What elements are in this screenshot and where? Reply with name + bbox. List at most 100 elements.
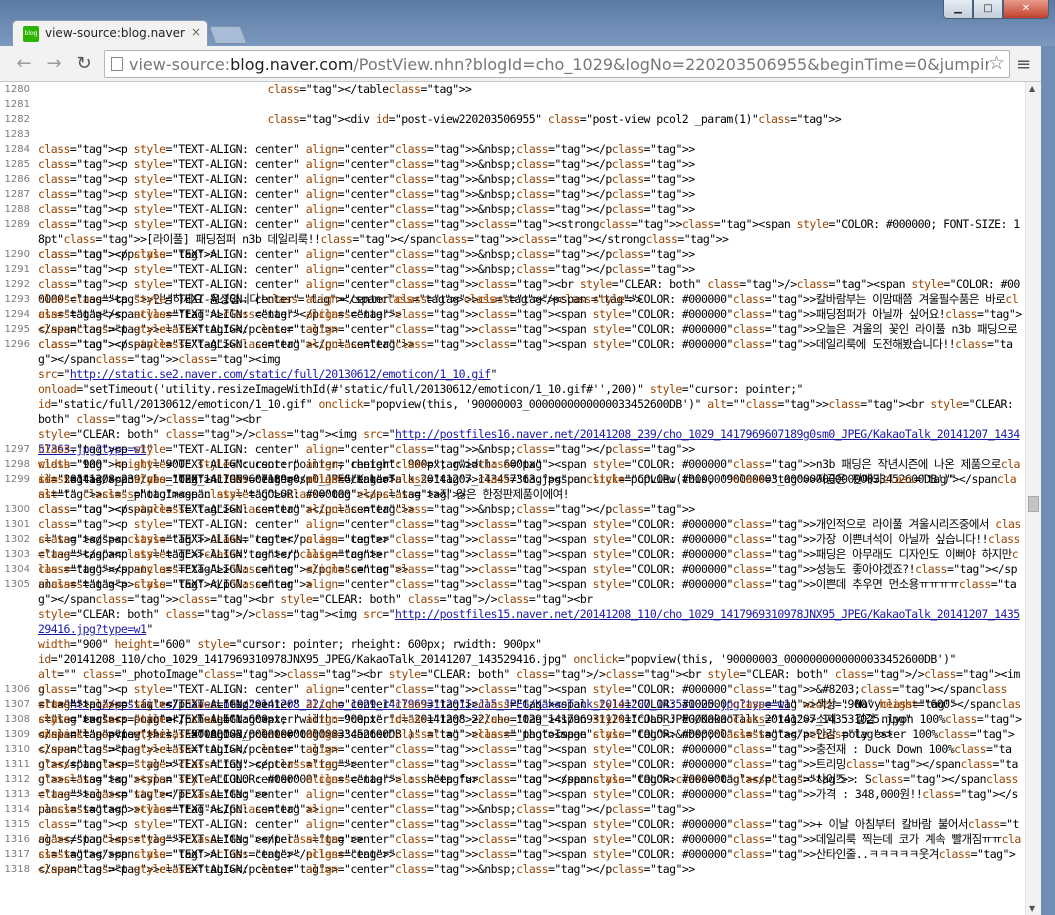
line-number: 1304: [4, 564, 30, 575]
source-line: 1296 class="tag"><p style="TEXT-ALIGN: ce…: [0, 337, 1022, 501]
line-number: 1315: [4, 819, 30, 830]
line-code: class="tag"><p style="TEXT-ALIGN: center…: [38, 142, 695, 156]
line-code: class="tag"><p style="TEXT-ALIGN: center…: [38, 727, 1015, 756]
line-code: class="tag"><p style="TEXT-ALIGN: center…: [38, 322, 1018, 351]
source-line: 1310 class="tag"><p style="TEXT-ALIGN: ce…: [0, 742, 1022, 771]
line-code: class="tag"><p style="TEXT-ALIGN: center…: [38, 502, 695, 516]
source-line: 1282 class="tag"><div id="post-view22020…: [0, 112, 1022, 127]
line-number: 1299: [4, 474, 30, 485]
line-code: class="tag"><p style="TEXT-ALIGN: center…: [38, 697, 1021, 726]
window-controls: ▁ □ ✕: [943, 0, 1049, 19]
source-line: 1290 class="tag"><p style="TEXT-ALIGN: ce…: [0, 247, 1022, 262]
new-tab-button[interactable]: [208, 26, 248, 44]
line-code: class="tag"><p style="TEXT-ALIGN: center…: [38, 532, 1020, 561]
source-line: 1293 class="tag"><p style="TEXT-ALIGN: ce…: [0, 292, 1022, 321]
line-code: class="tag"><div id="post-view2202035069…: [267, 112, 842, 126]
source-line: 1298 class="tag"><p style="TEXT-ALIGN: ce…: [0, 457, 1022, 486]
tab-title: view-source:blog.naver.co: [45, 26, 185, 40]
source-line: 1301 class="tag"><p style="TEXT-ALIGN: ce…: [0, 517, 1022, 546]
source-line: 1300 class="tag"><p style="TEXT-ALIGN: ce…: [0, 502, 1022, 517]
source-line: 1311 class="tag"><p style="TEXT-ALIGN: ce…: [0, 757, 1022, 786]
line-number: 1286: [4, 174, 30, 185]
line-number: 1303: [4, 549, 30, 560]
source-line: 1314 class="tag"><p style="TEXT-ALIGN: ce…: [0, 802, 1022, 817]
line-code: class="tag"><p style="TEXT-ALIGN: center…: [38, 817, 1019, 846]
minimize-button[interactable]: ▁: [943, 0, 973, 19]
line-number: 1318: [4, 864, 30, 875]
line-number: 1287: [4, 189, 30, 200]
window-titlebar: ▁ □ ✕ blog view-source:blog.naver.co ×: [0, 0, 1055, 46]
blog-favicon-icon: blog: [23, 26, 39, 42]
line-code: class="tag"><p style="TEXT-ALIGN: center…: [38, 457, 1020, 486]
source-line: 1316 class="tag"><p style="TEXT-ALIGN: ce…: [0, 832, 1022, 861]
line-number: 1280: [4, 84, 30, 95]
line-code: class="tag"><p style="TEXT-ALIGN: center…: [38, 787, 1018, 816]
tab-view-source[interactable]: blog view-source:blog.naver.co ×: [12, 20, 208, 46]
line-code: class="tag"></tableclass="tag">>: [267, 82, 472, 96]
line-code: class="tag"><p style="TEXT-ALIGN: center…: [38, 307, 1022, 336]
line-code: class="tag"><p style="TEXT-ALIGN: center…: [38, 157, 695, 171]
back-arrow-icon[interactable]: ←: [12, 52, 36, 76]
close-window-button[interactable]: ✕: [1003, 0, 1049, 19]
source-line: 1286 class="tag"><p style="TEXT-ALIGN: ce…: [0, 172, 1022, 187]
source-line: 1285 class="tag"><p style="TEXT-ALIGN: ce…: [0, 157, 1022, 172]
line-number: 1307: [4, 699, 30, 710]
source-line: 1289 class="tag"><p style="TEXT-ALIGN: ce…: [0, 217, 1022, 261]
source-line: 1307 class="tag"><p style="TEXT-ALIGN: ce…: [0, 697, 1022, 726]
line-number: 1294: [4, 309, 30, 320]
menu-icon[interactable]: ≡: [1016, 54, 1031, 75]
scroll-down-icon[interactable]: ▼: [1029, 904, 1035, 913]
tab-close-icon[interactable]: ×: [191, 25, 201, 39]
vertical-scrollbar[interactable]: ▲ ▼: [1025, 82, 1041, 915]
line-code: class="tag"><p style="TEXT-ALIGN: center…: [38, 202, 695, 216]
source-line: 1294 class="tag"><p style="TEXT-ALIGN: ce…: [0, 307, 1023, 336]
url-text[interactable]: view-source:blog.naver.com/PostView.nhn?…: [129, 55, 989, 74]
view-source-content: 1280 class="tag"></tableclass="tag">> 128…: [0, 82, 1025, 915]
line-number: 1311: [4, 759, 30, 770]
source-line: 1305 class="tag"><p style="TEXT-ALIGN: ce…: [0, 577, 1022, 741]
scrollbar-thumb[interactable]: [1028, 496, 1039, 512]
line-number: 1292: [4, 279, 30, 290]
line-number: 1284: [4, 144, 30, 155]
source-line: 1284 class="tag"><p style="TEXT-ALIGN: ce…: [0, 142, 1022, 157]
source-line: 1281: [0, 97, 1022, 112]
source-line: 1291 class="tag"><p style="TEXT-ALIGN: ce…: [0, 262, 1022, 277]
line-number: 1283: [4, 129, 30, 140]
source-line: 1317 class="tag"><p style="TEXT-ALIGN: ce…: [0, 847, 1022, 876]
line-code: class="tag"><p style="TEXT-ALIGN: center…: [38, 547, 1019, 576]
page-icon: [111, 57, 123, 71]
line-code: class="tag"><p style="TEXT-ALIGN: center…: [38, 772, 1018, 801]
line-code: class="tag"><p style="TEXT-ALIGN: center…: [38, 262, 695, 276]
line-number: 1300: [4, 504, 30, 515]
address-bar[interactable]: view-source:blog.naver.com/PostView.nhn?…: [104, 50, 1010, 78]
source-line: 1292 class="tag"><p style="TEXT-ALIGN: ce…: [0, 277, 1022, 306]
reload-icon[interactable]: ↻: [72, 52, 96, 76]
line-number: 1306: [4, 684, 30, 695]
source-line: 1288 class="tag"><p style="TEXT-ALIGN: ce…: [0, 202, 1022, 217]
line-code: class="tag"><p style="TEXT-ALIGN: center…: [38, 472, 1017, 516]
line-number: 1282: [4, 114, 30, 125]
line-number: 1317: [4, 849, 30, 860]
scroll-up-icon[interactable]: ▲: [1029, 84, 1035, 93]
maximize-button[interactable]: □: [973, 0, 1003, 19]
line-number: 1309: [4, 729, 30, 740]
source-line: 1304 class="tag"><p style="TEXT-ALIGN: ce…: [0, 562, 1022, 591]
source-line: 1287 class="tag"><p style="TEXT-ALIGN: ce…: [0, 187, 1022, 202]
url-host: blog.naver.com: [230, 55, 354, 74]
line-code: class="tag"><p style="TEXT-ALIGN: center…: [38, 712, 1022, 741]
line-code: class="tag"><p style="TEXT-ALIGN: center…: [38, 862, 695, 876]
bookmark-star-icon[interactable]: ☆: [988, 52, 1005, 74]
source-line: 1303 class="tag"><p style="TEXT-ALIGN: ce…: [0, 547, 1022, 576]
forward-arrow-icon[interactable]: →: [42, 52, 66, 76]
source-line: 1312 class="tag"><p style="TEXT-ALIGN: ce…: [0, 772, 1022, 801]
line-code: class="tag"><p style="TEXT-ALIGN: center…: [38, 187, 695, 201]
source-line: 1295 class="tag"><p style="TEXT-ALIGN: ce…: [0, 322, 1022, 351]
line-code: class="tag"><p style="TEXT-ALIGN: center…: [38, 442, 695, 456]
line-code: class="tag"><p style="TEXT-ALIGN: center…: [38, 802, 695, 816]
source-line: 1302 class="tag"><p style="TEXT-ALIGN: ce…: [0, 532, 1022, 561]
line-number: 1281: [4, 99, 30, 110]
line-code: class="tag"><p style="TEXT-ALIGN: center…: [38, 847, 1016, 876]
line-number: 1297: [4, 444, 30, 455]
line-code: class="tag"><p style="TEXT-ALIGN: center…: [38, 292, 1019, 321]
